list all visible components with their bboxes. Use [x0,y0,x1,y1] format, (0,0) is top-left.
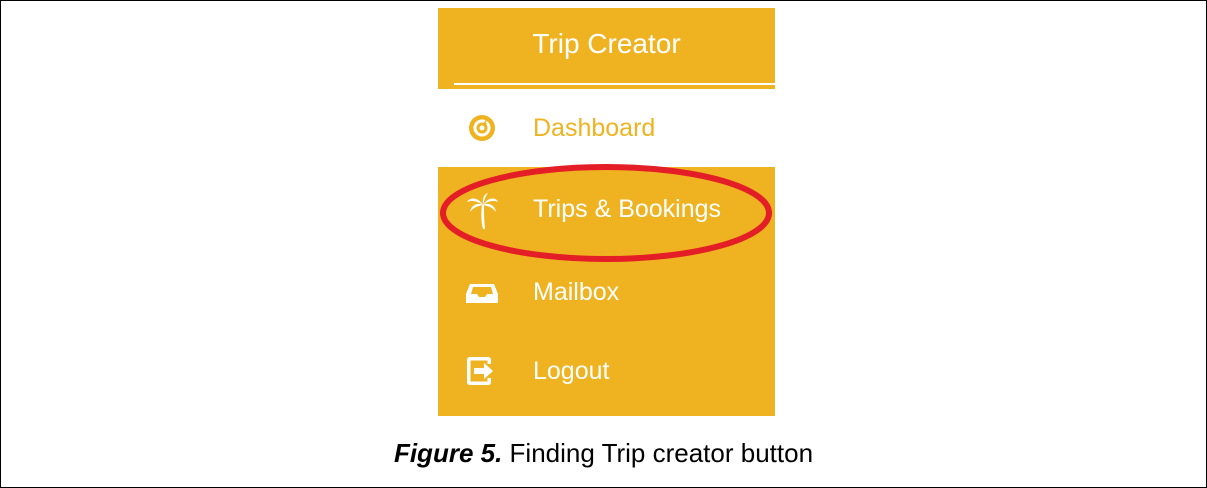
sidebar-item-trips-bookings[interactable]: Trips & Bookings [438,170,775,248]
sidebar: Trip Creator Dashboard Trips & Bookings … [438,8,775,416]
sidebar-item-label: Dashboard [533,114,656,142]
palm-tree-icon [464,191,500,229]
dashboard-icon [464,110,500,146]
figure-number: Figure 5. [393,438,503,468]
sidebar-item-label: Mailbox [533,278,620,306]
inbox-icon [464,274,500,310]
caption-text: Finding Trip creator button [502,438,814,468]
sidebar-item-label: Trips & Bookings [533,195,722,223]
title-divider [454,83,775,85]
figure-caption: Figure 5. Finding Trip creator button [0,418,1207,488]
sidebar-item-dashboard[interactable]: Dashboard [438,89,775,167]
sidebar-item-label: Logout [533,357,610,385]
app-title[interactable]: Trip Creator [438,8,775,84]
sidebar-item-mailbox[interactable]: Mailbox [438,253,775,331]
sidebar-item-logout[interactable]: Logout [438,332,775,410]
logout-icon [464,353,500,389]
